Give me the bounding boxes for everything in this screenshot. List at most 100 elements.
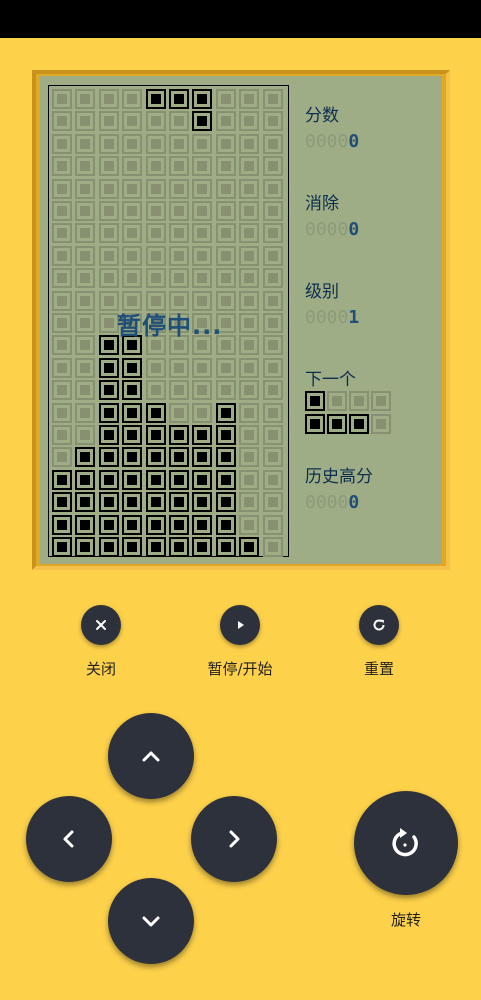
empty-block [145,111,166,132]
next-empty-block [327,391,347,411]
empty-block [52,133,72,154]
chevron-left-icon [57,827,81,851]
empty-block [169,245,189,266]
empty-block [52,223,72,244]
empty-block [52,290,72,311]
empty-block [169,357,189,378]
empty-block [239,514,260,535]
empty-block [239,402,260,423]
empty-block [169,111,189,132]
filled-block [192,514,213,535]
empty-block [75,133,96,154]
empty-block [192,380,213,401]
filled-block [75,492,96,513]
empty-block [239,223,260,244]
empty-block [122,178,143,199]
pause-start-button[interactable] [220,605,260,645]
empty-block [239,447,260,468]
filled-block [169,89,189,109]
empty-block [122,201,143,221]
close-label: 关闭 [85,660,116,678]
filled-block [75,537,96,557]
empty-block [262,201,283,221]
right-button[interactable] [191,796,277,882]
empty-block [192,178,213,199]
rotate-label: 旋转 [390,911,421,929]
paused-text: 暂停中... [117,312,223,340]
empty-block [262,178,283,199]
empty-block [122,223,143,244]
close-button[interactable] [81,605,121,645]
reset-label: 重置 [363,660,394,678]
rotate-icon [388,825,424,861]
empty-block [52,178,72,199]
rotate-button[interactable] [354,791,458,895]
empty-block [75,201,96,221]
next-filled-block [305,391,325,411]
empty-block [262,492,283,513]
empty-block [262,313,283,333]
empty-block [192,357,213,378]
next-filled-block [305,414,325,434]
empty-block [169,268,189,289]
empty-block [239,89,260,109]
empty-block [75,268,96,289]
status-bar [0,0,481,38]
down-button[interactable] [108,878,194,964]
empty-block [169,380,189,401]
empty-block [262,156,283,177]
filled-block [75,447,96,468]
empty-block [169,402,189,423]
reset-button[interactable] [359,605,399,645]
empty-block [122,245,143,266]
empty-block [192,268,213,289]
filled-block [145,492,166,513]
filled-block [98,469,119,490]
empty-block [145,380,166,401]
filled-block [52,492,72,513]
empty-block [239,245,260,266]
score-value: 00000 [305,131,360,152]
empty-block [75,111,96,132]
left-button[interactable] [26,796,112,882]
empty-block [75,89,96,109]
filled-block [192,89,213,109]
empty-block [145,201,166,221]
empty-block [239,133,260,154]
level-label: 级别 [305,282,339,302]
empty-block [239,178,260,199]
filled-block [215,537,236,557]
empty-block [122,268,143,289]
empty-block [215,201,236,221]
filled-block [145,514,166,535]
filled-block [122,514,143,535]
chevron-right-icon [222,827,246,851]
empty-block [145,133,166,154]
empty-block [98,268,119,289]
filled-block [169,447,189,468]
empty-block [52,447,72,468]
empty-block [52,402,72,423]
empty-block [52,425,72,445]
empty-block [239,111,260,132]
empty-block [239,380,260,401]
empty-block [239,156,260,177]
empty-block [239,357,260,378]
empty-block [52,335,72,356]
filled-block [122,357,143,378]
empty-block [122,111,143,132]
empty-block [52,89,72,109]
empty-block [169,223,189,244]
up-button[interactable] [108,713,194,799]
empty-block [75,357,96,378]
empty-block [215,380,236,401]
empty-block [192,245,213,266]
filled-block [75,469,96,490]
empty-block [52,313,72,333]
empty-block [262,89,283,109]
empty-block [52,268,72,289]
empty-block [145,245,166,266]
empty-block [215,178,236,199]
empty-block [192,156,213,177]
filled-block [192,537,213,557]
